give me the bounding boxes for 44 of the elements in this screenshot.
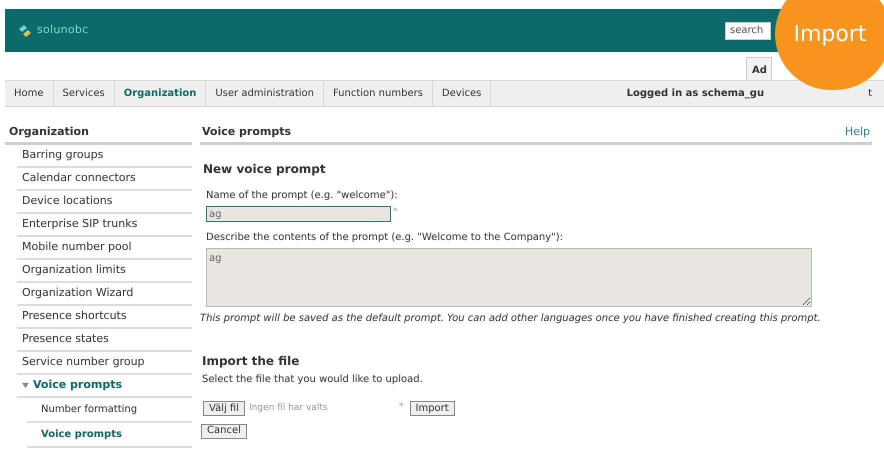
sidebar-item[interactable]: Service number group xyxy=(17,352,192,373)
page-title: Voice prompts xyxy=(202,124,292,140)
field-label: Name of the prompt (e.g. "welcome"): xyxy=(205,189,399,203)
sidebar-item[interactable]: Enterprise SIP trunks xyxy=(17,214,192,235)
section-title: New voice prompt xyxy=(202,161,327,178)
field-label: Describe the contents of the prompt (e.g. "Welcome to the Company"): xyxy=(205,231,564,245)
sidebar-item[interactable]: Organization limits xyxy=(17,260,192,281)
nav-tab[interactable]: Home xyxy=(5,81,54,106)
cancel-button[interactable]: Cancel xyxy=(201,424,247,438)
nav-tab[interactable]: Organization xyxy=(114,81,206,106)
help-link[interactable]: Help xyxy=(844,124,870,142)
import-badge: Import xyxy=(775,0,884,90)
login-status: Logged in as schema_gu xyxy=(626,87,764,101)
sidebar-title: Organization xyxy=(5,124,192,145)
sidebar-item[interactable]: Calendar connectors xyxy=(17,168,192,189)
choose-file-button[interactable]: Välj fil xyxy=(203,401,246,416)
tab[interactable]: Ad xyxy=(746,57,772,80)
nav-tab[interactable]: Function numbers xyxy=(324,81,433,106)
sidebar-subitem[interactable]: Voice prompts xyxy=(27,423,192,446)
section-title: Import the file xyxy=(201,353,300,370)
sidebar-item[interactable]: Voice prompts xyxy=(17,375,192,396)
sidebar-item[interactable]: Organization Wizard xyxy=(17,283,192,304)
logout-fragment[interactable]: t xyxy=(868,88,872,98)
name-field[interactable]: ag xyxy=(206,206,391,222)
sidebar-item[interactable]: Mobile number pool xyxy=(17,237,192,258)
no-file-text: Ingen fil har valts xyxy=(249,402,329,415)
description-field[interactable]: ag xyxy=(206,248,812,307)
required-mark: * xyxy=(399,401,404,414)
nav-tab[interactable]: Services xyxy=(54,81,115,106)
logo-icon xyxy=(17,22,33,38)
sidebar-item[interactable]: Presence states xyxy=(17,329,192,350)
instruction-text: Select the file that you would like to upload. xyxy=(201,373,424,387)
note-text: This prompt will be saved as the default prompt. You can add other languages once you have finished creating this prompt. xyxy=(200,312,822,326)
sidebar-item[interactable]: Barring groups xyxy=(17,145,192,166)
import-button[interactable]: Import xyxy=(410,401,455,416)
nav-tab[interactable]: User administration xyxy=(206,81,324,106)
logo-text: solunobc xyxy=(37,22,88,38)
sidebar-item[interactable]: Device locations xyxy=(17,191,192,212)
nav-tab[interactable]: Devices xyxy=(432,81,492,106)
sidebar-subitem[interactable]: Number formatting xyxy=(27,398,192,421)
expanded-triangle-icon[interactable] xyxy=(22,382,29,389)
search-field[interactable]: search xyxy=(725,22,771,40)
required-mark: * xyxy=(393,206,398,219)
sidebar-item[interactable]: Presence shortcuts xyxy=(17,306,192,327)
